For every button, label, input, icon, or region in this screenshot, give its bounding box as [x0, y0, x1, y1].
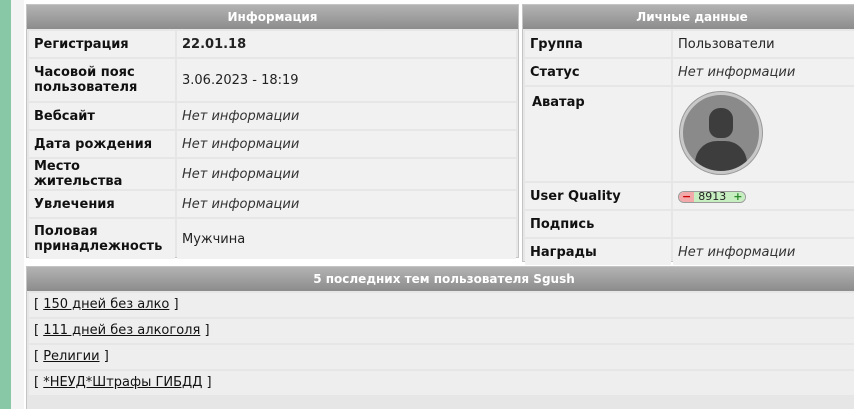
list-item: [ 111 дней без алкоголя ] — [29, 319, 854, 343]
signature-label: Подпись — [525, 211, 671, 237]
info-value: Нет информации — [177, 191, 516, 217]
list-item: [ *НЕУД*Штрафы ГИБДД ] — [29, 371, 854, 395]
info-label: Половая принадлежность — [29, 219, 175, 259]
group-value: Пользователи — [673, 31, 854, 57]
avatar-body — [695, 141, 747, 171]
info-row-hobbies: Увлечения Нет информации — [29, 191, 516, 217]
bracket-open: [ — [34, 375, 40, 390]
personal-row-group: Группа Пользователи — [525, 31, 854, 57]
info-value: Нет информации — [177, 131, 516, 157]
side-stripe — [0, 0, 11, 409]
info-label: Регистрация — [29, 31, 175, 57]
info-table: Регистрация 22.01.18 Часовой пояс пользо… — [27, 29, 518, 261]
group-label: Группа — [525, 31, 671, 57]
info-label: Место жительства — [29, 159, 175, 189]
uq-minus-button[interactable]: − — [679, 191, 695, 202]
left-gutter — [11, 0, 24, 409]
status-value: Нет информации — [673, 59, 854, 85]
info-row-gender: Половая принадлежность Мужчина — [29, 219, 516, 259]
topic-link[interactable]: 111 дней без алкоголя — [43, 323, 200, 338]
info-value: 3.06.2023 - 18:19 — [177, 59, 516, 101]
info-row-timezone: Часовой пояс пользователя 3.06.2023 - 18… — [29, 59, 516, 101]
personal-row-awards: Награды Нет информации — [525, 239, 854, 265]
info-value: 22.01.18 — [177, 31, 516, 57]
awards-label: Награды — [525, 239, 671, 265]
uq-label: User Quality — [525, 183, 671, 209]
signature-value — [673, 211, 854, 237]
personal-panel: Личные данные Группа Пользователи Статус… — [522, 4, 854, 265]
info-value: Нет информации — [177, 159, 516, 189]
info-row-registration: Регистрация 22.01.18 — [29, 31, 516, 57]
info-label: Часовой пояс пользователя — [29, 59, 175, 101]
personal-table: Группа Пользователи Статус Нет информаци… — [523, 29, 854, 267]
topic-link[interactable]: 150 дней без алко — [43, 297, 169, 312]
bracket-close: ] — [206, 375, 212, 390]
uq-plus-button[interactable]: + — [730, 191, 746, 202]
bracket-close: ] — [103, 349, 109, 364]
bracket-open: [ — [34, 349, 40, 364]
uq-cell: − 8913 + — [673, 183, 854, 209]
personal-row-status: Статус Нет информации — [525, 59, 854, 85]
avatar-head — [709, 108, 733, 138]
bracket-close: ] — [173, 297, 179, 312]
list-item: [ 150 дней без алко ] — [29, 293, 854, 317]
awards-value: Нет информации — [673, 239, 854, 265]
bracket-close: ] — [204, 323, 210, 338]
topic-link[interactable]: Религии — [43, 349, 99, 364]
status-label: Статус — [525, 59, 671, 85]
avatar-label: Аватар — [525, 87, 671, 181]
info-row-birthday: Дата рождения Нет информации — [29, 131, 516, 157]
info-label: Вебсайт — [29, 103, 175, 129]
info-row-location: Место жительства Нет информации — [29, 159, 516, 189]
user-quality-rating: − 8913 + — [678, 190, 747, 203]
bracket-open: [ — [34, 323, 40, 338]
info-panel: Информация Регистрация 22.01.18 Часовой … — [26, 4, 519, 261]
personal-panel-title: Личные данные — [523, 5, 854, 29]
personal-row-signature: Подпись — [525, 211, 854, 237]
personal-row-avatar: Аватар — [525, 87, 854, 181]
info-row-website: Вебсайт Нет информации — [29, 103, 516, 129]
avatar-cell — [673, 87, 854, 181]
user-silhouette-icon — [680, 92, 762, 174]
bracket-open: [ — [34, 297, 40, 312]
topics-panel-title: 5 последних тем пользователя Sgush — [27, 267, 854, 291]
info-label: Дата рождения — [29, 131, 175, 157]
topic-link[interactable]: *НЕУД*Штрафы ГИБДД — [43, 375, 202, 390]
info-value: Нет информации — [177, 103, 516, 129]
list-item: [ Религии ] — [29, 345, 854, 369]
info-label: Увлечения — [29, 191, 175, 217]
info-panel-title: Информация — [27, 5, 518, 29]
personal-row-user-quality: User Quality − 8913 + — [525, 183, 854, 209]
topics-panel: 5 последних тем пользователя Sgush [ 150… — [26, 266, 854, 409]
info-value: Мужчина — [177, 219, 516, 259]
uq-value: 8913 — [694, 191, 731, 202]
